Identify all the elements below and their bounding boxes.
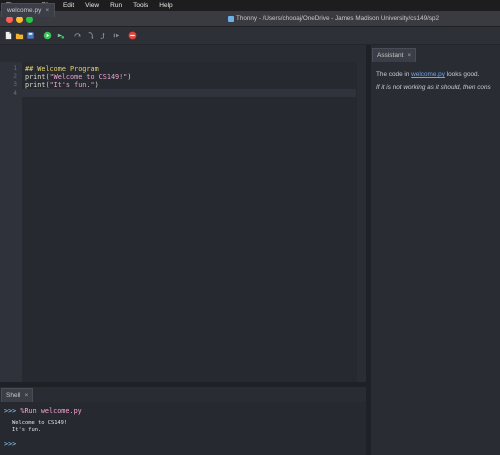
step-over-icon[interactable]: [73, 31, 82, 40]
menu-view[interactable]: View: [85, 0, 99, 11]
shell-output-line: Welcome to CS149!: [12, 420, 68, 426]
code-string: "It's fun.": [49, 81, 95, 90]
current-line-highlight: [22, 88, 356, 97]
assistant-text: looks good.: [444, 71, 480, 78]
code-string: "Welcome to CS149!": [49, 73, 128, 82]
tab-shell[interactable]: Shell ×: [1, 388, 34, 402]
shell-tabbar: [0, 387, 366, 402]
assistant-content: The code in welcome.py looks good. If it…: [371, 62, 500, 455]
code-token: ): [127, 73, 132, 82]
tab-close-icon[interactable]: ×: [45, 7, 49, 14]
line-number: 2: [13, 73, 17, 81]
code-editor[interactable]: 1 2 3 4 ## Welcome Program print("Welcom…: [0, 62, 366, 382]
assistant-file-link[interactable]: welcome.py: [411, 71, 445, 78]
shell-command: %Run welcome.py: [16, 407, 82, 415]
tab-label: welcome.py: [7, 7, 42, 14]
line-number: 4: [13, 89, 17, 97]
shell-command-line: >>> %Run welcome.py: [4, 407, 82, 415]
window-title: Thonny - /Users/chooaj/OneDrive - James …: [236, 15, 439, 22]
menu-run[interactable]: Run: [110, 0, 122, 11]
menu-edit[interactable]: Edit: [63, 0, 74, 11]
shell-console[interactable]: >>> %Run welcome.py Welcome to CS149! It…: [0, 402, 366, 455]
thonny-app-icon: [228, 16, 234, 22]
code-line-1: ## Welcome Program: [25, 65, 99, 73]
debug-icon[interactable]: [56, 31, 65, 40]
editor-scrollbar[interactable]: [357, 62, 366, 382]
line-number: 1: [13, 65, 17, 72]
stop-icon[interactable]: [128, 31, 137, 40]
code-line-3: print("It's fun."): [25, 81, 99, 89]
line-number: 3: [13, 81, 17, 89]
assistant-tab-close-icon[interactable]: ×: [407, 52, 411, 59]
assistant-hint: If it is not working as it should, then …: [376, 84, 491, 91]
shell-prompt: >>>: [4, 440, 17, 448]
mac-menubar: Thonny File Edit View Run Tools Help: [0, 0, 500, 11]
shell-prompt: >>>: [4, 407, 17, 415]
code-token: print(: [25, 73, 50, 82]
tab-welcome-py[interactable]: welcome.py ×: [1, 3, 56, 17]
run-icon[interactable]: [43, 31, 52, 40]
menu-help[interactable]: Help: [159, 0, 172, 11]
window-titlebar: Thonny - /Users/chooaj/OneDrive - James …: [0, 11, 500, 27]
code-token: ): [94, 81, 99, 90]
open-folder-icon[interactable]: [15, 31, 24, 40]
shell-tab-label: Shell: [6, 392, 21, 399]
shell-output-line: It's fun.: [12, 427, 42, 433]
assistant-message: The code in welcome.py looks good.: [376, 71, 479, 78]
tab-assistant[interactable]: Assistant ×: [372, 48, 417, 62]
step-out-icon[interactable]: [99, 31, 108, 40]
code-token: print(: [25, 81, 50, 90]
editor-tabbar: [0, 45, 366, 62]
step-into-icon[interactable]: [86, 31, 95, 40]
new-file-icon[interactable]: [4, 31, 13, 40]
assistant-tab-label: Assistant: [377, 52, 404, 59]
line-number-gutter: 1 2 3 4: [0, 62, 22, 382]
save-icon[interactable]: [26, 31, 35, 40]
assistant-text: The code in: [376, 71, 412, 78]
code-line-2: print("Welcome to CS149!"): [25, 73, 131, 81]
menu-tools[interactable]: Tools: [133, 0, 148, 11]
resume-icon[interactable]: [112, 31, 121, 40]
toolbar: [0, 27, 500, 45]
shell-tab-close-icon[interactable]: ×: [24, 392, 28, 399]
